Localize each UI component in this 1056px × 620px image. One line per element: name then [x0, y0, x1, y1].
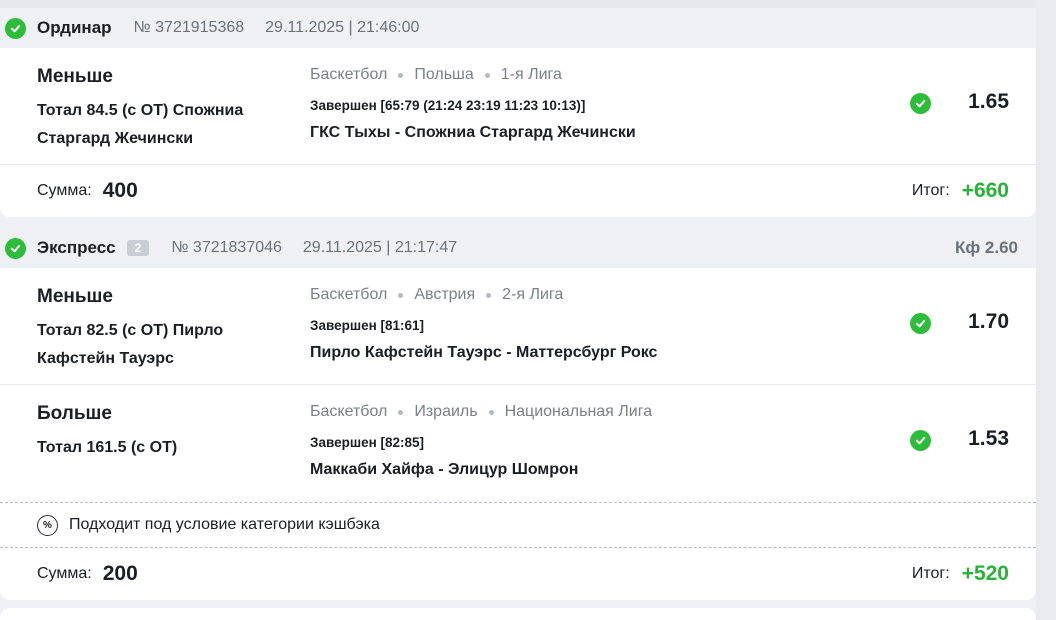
- bet-date: 29.11.2025 | 21:17:47: [302, 239, 458, 256]
- event-odds: 1.65: [968, 90, 1009, 113]
- bet-number: № 3721837046: [171, 239, 282, 256]
- bet-card-footer: Сумма: 400 Итог: +660: [0, 165, 1036, 217]
- bet-event[interactable]: Меньше Тотал 82.5 (с ОТ) Пирло Кафстейн …: [0, 268, 1036, 385]
- separator-dot: [484, 72, 490, 78]
- check-circle-icon: [910, 430, 931, 451]
- event-market: Тотал 84.5 (с ОТ) Спожниа Старгард Жечин…: [37, 102, 244, 147]
- bet-card-footer: Сумма: 200 Итог: +520: [0, 548, 1036, 600]
- event-teams: ГКС Тыхы - Спожниа Старгард Жечински: [310, 124, 636, 141]
- event-sport: Баскетбол: [310, 286, 388, 303]
- result-value: +520: [961, 562, 1009, 585]
- bet-number: № 3721915368: [133, 19, 245, 36]
- separator-dot: [486, 292, 492, 298]
- check-circle-icon: [5, 17, 26, 39]
- check-circle-icon: [5, 237, 26, 259]
- event-sport: Баскетбол: [310, 66, 388, 83]
- bet-type: Экспресс: [37, 238, 116, 257]
- bet-card-header: Ординар № 3721915368 29.11.2025 | 21:46:…: [0, 8, 1036, 48]
- event-country: Польша: [414, 66, 474, 83]
- event-outcome: Больше: [37, 403, 112, 424]
- sum-label: Сумма:: [37, 565, 92, 582]
- event-odds: 1.53: [968, 427, 1009, 450]
- event-league: 2-я Лига: [502, 286, 564, 303]
- bet-type: Ординар: [37, 18, 112, 37]
- event-breadcrumb: Баскетбол Израиль Национальная Лига: [310, 403, 652, 421]
- bet-date: 29.11.2025 | 21:46:00: [265, 19, 420, 36]
- event-outcome: Меньше: [37, 66, 113, 87]
- event-teams: Маккаби Хайфа - Элицур Шомрон: [310, 461, 579, 478]
- bet-event[interactable]: Больше Тотал 161.5 (с ОТ) Баскетбол Изра…: [0, 385, 1036, 502]
- event-market: Тотал 82.5 (с ОТ) Пирло Кафстейн Тауэрс: [37, 322, 224, 367]
- event-league: Национальная Лига: [504, 403, 653, 420]
- separator-dot: [488, 409, 494, 415]
- bet-card-header: Экспресс 2 № 3721837046 29.11.2025 | 21:…: [0, 228, 1036, 268]
- event-status: Завершен [65:79 (21:24 23:19 11:23 10:13…: [310, 98, 586, 113]
- sum-value: 400: [102, 179, 138, 202]
- event-teams: Пирло Кафстейн Тауэрс - Маттерсбург Рокс: [310, 344, 658, 361]
- event-breadcrumb: Баскетбол Австрия 2-я Лига: [310, 286, 563, 304]
- separator-dot: [398, 292, 404, 298]
- event-league: 1-я Лига: [500, 66, 562, 83]
- event-breadcrumb: Баскетбол Польша 1-я Лига: [310, 66, 562, 84]
- events-count-badge: 2: [126, 240, 150, 256]
- event-sport: Баскетбол: [310, 403, 388, 420]
- next-bet-card-edge: [0, 608, 1036, 620]
- check-circle-icon: [910, 313, 931, 334]
- separator-dot: [398, 409, 404, 415]
- cashback-text: Подходит под условие категории кэшбэка: [69, 516, 380, 533]
- event-country: Австрия: [414, 286, 476, 303]
- event-market: Тотал 161.5 (с ОТ): [37, 439, 178, 456]
- bet-card[interactable]: Экспресс 2 № 3721837046 29.11.2025 | 21:…: [0, 228, 1036, 600]
- event-status: Завершен [81:61]: [310, 318, 425, 333]
- percent-icon: %: [37, 514, 58, 536]
- event-status: Завершен [82:85]: [310, 435, 425, 450]
- bet-card[interactable]: Ординар № 3721915368 29.11.2025 | 21:46:…: [0, 8, 1036, 217]
- cashback-notice: % Подходит под условие категории кэшбэка: [0, 502, 1036, 548]
- previous-card-edge: [0, 0, 1036, 8]
- event-country: Израиль: [414, 403, 478, 420]
- result-label: Итог:: [911, 565, 950, 582]
- result-label: Итог:: [911, 182, 950, 199]
- scrollbar[interactable]: [1036, 0, 1056, 620]
- sum-value: 200: [102, 562, 138, 585]
- total-coefficient: Кф 2.60: [954, 238, 1018, 257]
- result-value: +660: [961, 179, 1009, 202]
- check-circle-icon: [910, 93, 931, 114]
- separator-dot: [398, 72, 404, 78]
- sum-label: Сумма:: [37, 182, 92, 199]
- bet-history-page: Ординар № 3721915368 29.11.2025 | 21:46:…: [0, 0, 1056, 620]
- bet-event[interactable]: Меньше Тотал 84.5 (с ОТ) Спожниа Старгар…: [0, 48, 1036, 165]
- event-outcome: Меньше: [37, 286, 113, 307]
- event-odds: 1.70: [968, 310, 1009, 333]
